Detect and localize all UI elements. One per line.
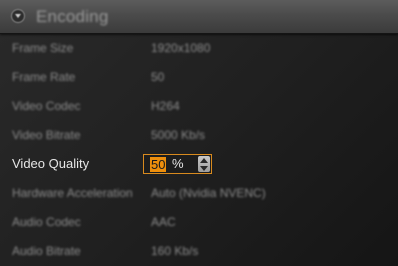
increment-button[interactable] (198, 156, 210, 164)
setting-label: Video Quality (12, 156, 90, 171)
quantity-stepper[interactable] (198, 156, 210, 172)
setting-label: Audio Bitrate (12, 244, 81, 258)
video-quality-input[interactable]: 50 (150, 157, 167, 172)
chevron-down-icon (200, 166, 208, 171)
setting-label: Video Bitrate (12, 128, 81, 142)
setting-row-video-codec[interactable]: Video Codec H264 (0, 95, 398, 119)
decrement-button[interactable] (198, 164, 210, 172)
setting-label: Video Codec (12, 99, 81, 113)
setting-label: Hardware Acceleration (12, 186, 133, 200)
video-quality-unit: % (172, 156, 184, 171)
setting-row-frame-rate[interactable]: Frame Rate 50 (0, 66, 398, 90)
setting-row-video-quality[interactable]: Video Quality 50 % (0, 153, 398, 177)
setting-value[interactable]: 1920x1080 (151, 41, 210, 55)
setting-label: Frame Rate (12, 70, 76, 84)
chevron-up-icon (200, 158, 208, 163)
encoding-panel: Encoding Frame Size 1920x1080 Frame Rate… (0, 0, 398, 266)
setting-value[interactable]: 160 Kb/s (151, 244, 198, 258)
setting-row-hardware-acceleration[interactable]: Hardware Acceleration Auto (Nvidia NVENC… (0, 182, 398, 206)
setting-value[interactable]: H264 (151, 99, 180, 113)
setting-value[interactable]: 50 (151, 70, 164, 84)
setting-row-frame-size[interactable]: Frame Size 1920x1080 (0, 37, 398, 61)
setting-value[interactable]: Auto (Nvidia NVENC) (151, 186, 266, 200)
setting-label: Frame Size (12, 41, 74, 55)
setting-value[interactable]: 5000 Kb/s (151, 128, 205, 142)
video-quality-spinbox[interactable]: 50 % (143, 154, 212, 174)
setting-row-video-bitrate[interactable]: Video Bitrate 5000 Kb/s (0, 124, 398, 148)
setting-label: Audio Codec (12, 215, 81, 229)
panel-header[interactable]: Encoding (0, 0, 398, 34)
panel-title: Encoding (36, 7, 109, 26)
setting-row-audio-bitrate[interactable]: Audio Bitrate 160 Kb/s (0, 240, 398, 264)
chevron-down-icon[interactable] (11, 9, 25, 23)
setting-row-audio-codec[interactable]: Audio Codec AAC (0, 211, 398, 235)
setting-value[interactable]: AAC (151, 215, 176, 229)
